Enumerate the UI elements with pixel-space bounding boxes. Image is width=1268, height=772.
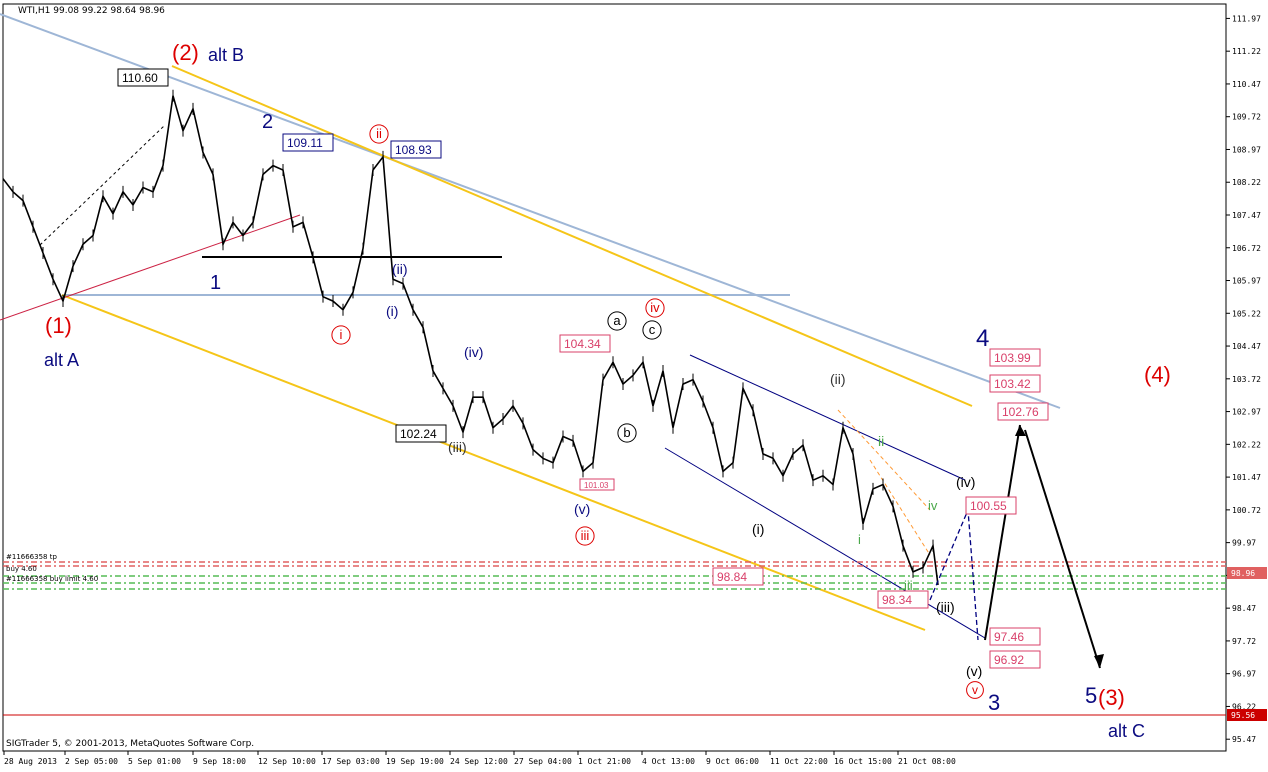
y-tick-label: 100.72 (1232, 506, 1261, 515)
x-tick-label: 28 Aug 2013 (4, 757, 57, 766)
y-tick-label: 109.72 (1232, 113, 1261, 122)
wave-label: b (623, 425, 630, 440)
wave-label: (iv) (956, 474, 975, 490)
wave-label: iv (650, 300, 660, 315)
x-tick-label: 24 Sep 12:00 (450, 757, 508, 766)
value-box-label: 101.03 (584, 481, 609, 490)
y-tick-label: 111.97 (1232, 14, 1261, 23)
chart-copyright: SIGTrader 5, © 2001-2013, MetaQuotes Sof… (6, 739, 254, 749)
wave-label: i (858, 532, 861, 547)
wave-label: (ii) (392, 261, 408, 277)
y-tick-label: 104.47 (1232, 342, 1261, 351)
wave-label: (3) (1098, 685, 1125, 710)
order-label: #11666358 tp (6, 553, 57, 561)
value-box-label: 96.92 (994, 653, 1024, 667)
wave-label: a (613, 313, 621, 328)
y-tick-label: 105.22 (1232, 309, 1261, 318)
y-tick-label: 96.97 (1232, 670, 1256, 679)
wave-label: (4) (1144, 362, 1171, 387)
x-tick-label: 2 Sep 05:00 (65, 757, 118, 766)
chart-header: WTI,H1 99.08 99.22 98.64 98.96 (18, 6, 165, 16)
y-tick-label: 111.22 (1232, 47, 1261, 56)
y-tick-label: 98.47 (1232, 604, 1256, 613)
order-label: #11666358 buy limit 4.60 (6, 575, 98, 583)
wave-label: iv (928, 498, 938, 513)
x-tick-label: 1 Oct 21:00 (578, 757, 631, 766)
x-tick-label: 12 Sep 10:00 (258, 757, 316, 766)
wave-label: c (649, 322, 656, 337)
value-box-label: 109.11 (287, 136, 323, 150)
wave-label: 4 (976, 325, 989, 352)
chart-canvas: 111.97 111.22 110.47 109.72 108.97 108.22 107.… (0, 3, 1267, 766)
wave-label: (v) (966, 663, 982, 679)
wave-label: ii (376, 126, 382, 141)
y-tick-label: 99.97 (1232, 539, 1256, 548)
y-tick-label: 102.97 (1232, 408, 1261, 417)
wave-label: 3 (988, 690, 1000, 715)
y-tick-label: 97.72 (1232, 637, 1256, 646)
x-tick-label: 21 Oct 08:00 (898, 757, 956, 766)
y-tick-label: 107.47 (1232, 211, 1261, 220)
value-box-label: 98.84 (717, 570, 747, 584)
x-tick-label: 19 Sep 19:00 (386, 757, 444, 766)
y-tick-label: 101.47 (1232, 473, 1261, 482)
x-tick-label: 4 Oct 13:00 (642, 757, 695, 766)
wave-label: (i) (386, 303, 398, 319)
order-label: buy 4.60 (6, 565, 37, 573)
value-box-label: 98.34 (882, 593, 912, 607)
x-tick-label: 11 Oct 22:00 (770, 757, 828, 766)
y-tick-label: 105.97 (1232, 277, 1261, 286)
wave-label: (iv) (464, 344, 483, 360)
y-tick-label: 108.97 (1232, 145, 1261, 154)
wave-label: (i) (752, 521, 764, 537)
x-tick-label: 16 Oct 15:00 (834, 757, 892, 766)
wave-label: (ii) (830, 371, 846, 387)
x-tick-label: 17 Sep 03:00 (322, 757, 380, 766)
value-box-label: 108.93 (395, 143, 432, 157)
wave-label: alt A (44, 350, 79, 370)
wave-label: (iii) (936, 599, 955, 615)
value-box-label: 110.60 (122, 71, 158, 85)
value-box-label: 104.34 (564, 337, 601, 351)
x-tick-label: 9 Sep 18:00 (193, 757, 246, 766)
wave-label: 1 (210, 272, 221, 294)
wave-label: (2) (172, 40, 199, 65)
x-tick-label: 27 Sep 04:00 (514, 757, 572, 766)
wave-label: (v) (574, 501, 590, 517)
wave-label: 2 (262, 111, 273, 133)
wave-label: (iii) (448, 439, 467, 455)
y-tick-label: 110.47 (1232, 80, 1261, 89)
plot-frame (2, 3, 1227, 752)
value-box-label: 100.55 (970, 499, 1007, 513)
y-tick-label: 103.72 (1232, 375, 1261, 384)
price-tag: 95.56 (1231, 711, 1255, 720)
wave-label: i (340, 327, 343, 342)
wave-label: ii (878, 433, 884, 449)
wave-label: alt C (1108, 721, 1145, 741)
value-box-label: 97.46 (994, 630, 1024, 644)
value-box-label: 103.42 (994, 377, 1031, 391)
value-box-label: 102.76 (1002, 405, 1039, 419)
wave-label: iii (904, 578, 913, 593)
chart-root: 111.97 111.22 110.47 109.72 108.97 108.22 107.… (0, 0, 1268, 772)
y-tick-label: 108.22 (1232, 178, 1261, 187)
x-tick-label: 9 Oct 06:00 (706, 757, 759, 766)
wave-label: 5 (1085, 683, 1097, 708)
price-tag: 98.96 (1231, 569, 1255, 578)
wave-label: alt B (208, 45, 244, 65)
x-tick-label: 5 Sep 01:00 (128, 757, 181, 766)
y-tick-label: 102.22 (1232, 440, 1261, 449)
wave-label: iii (581, 528, 590, 543)
y-tick-label: 106.72 (1232, 244, 1261, 253)
y-tick-label: 95.47 (1232, 735, 1256, 744)
value-box-label: 102.24 (400, 427, 437, 441)
wave-label: v (972, 683, 978, 697)
wave-label: (1) (45, 313, 72, 338)
value-box-label: 103.99 (994, 351, 1031, 365)
